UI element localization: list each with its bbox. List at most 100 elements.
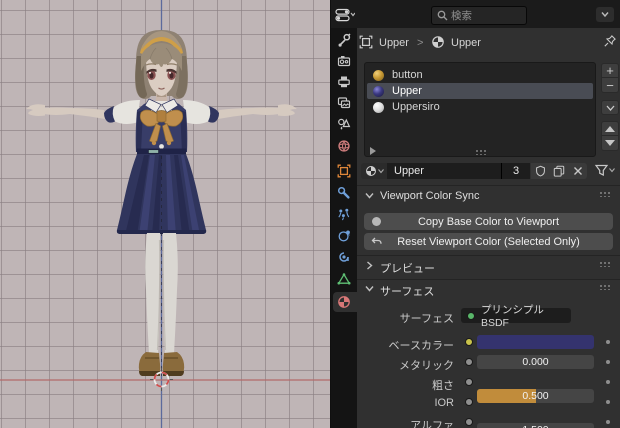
material-slot-list[interactable]: button Upper Uppersiro xyxy=(364,62,596,157)
panel-grip[interactable] xyxy=(599,261,612,267)
surface-expand-chevron[interactable] xyxy=(365,285,374,292)
properties-tab-bar xyxy=(331,28,357,428)
filter-button[interactable] xyxy=(594,162,619,179)
tab-scene[interactable] xyxy=(331,114,357,134)
pin-button[interactable] xyxy=(603,34,617,48)
scene-icon xyxy=(338,118,351,130)
header-menu-button[interactable] xyxy=(596,7,614,22)
list-filter-expand-icon[interactable] xyxy=(370,147,376,155)
triangle-up-icon xyxy=(605,125,615,132)
printer-icon xyxy=(338,76,350,88)
ior-slider[interactable]: 1.500 xyxy=(477,423,594,428)
material-name-field[interactable]: Upper xyxy=(387,163,508,179)
object-icon xyxy=(337,164,351,178)
wrench-icon xyxy=(337,186,350,199)
tab-constraints[interactable] xyxy=(331,247,357,267)
ior-value: 1.500 xyxy=(477,423,594,428)
decorator-dot[interactable] xyxy=(606,400,610,404)
tab-view-layer[interactable] xyxy=(331,93,357,113)
copy-base-color-button[interactable]: Copy Base Color to Viewport xyxy=(364,213,613,230)
chevron-down-icon xyxy=(365,193,374,199)
vcs-expand-chevron[interactable] xyxy=(365,192,374,199)
roughness-slider[interactable]: 0.500 xyxy=(477,389,594,403)
browse-material-button[interactable] xyxy=(361,163,387,179)
datablock-ops xyxy=(531,163,587,179)
decorator-dot[interactable] xyxy=(606,380,610,384)
tab-physics[interactable] xyxy=(331,226,357,246)
chevron-down-icon xyxy=(606,105,614,111)
material-sphere-navy-icon xyxy=(373,85,384,97)
new-material-copy-icon[interactable] xyxy=(553,165,565,177)
viewport-scene xyxy=(0,0,330,428)
preview-expand-chevron[interactable] xyxy=(366,261,373,270)
chevron-right-icon xyxy=(367,261,373,270)
tab-modifiers[interactable] xyxy=(331,183,357,203)
panel-grip[interactable] xyxy=(599,191,612,197)
camera-back-icon xyxy=(337,56,351,67)
search-input[interactable]: 検索 xyxy=(431,6,527,25)
chevron-down-icon xyxy=(365,286,374,292)
slot-row-button[interactable]: button xyxy=(367,67,593,83)
roughness-value: 0.500 xyxy=(522,390,549,402)
reset-viewport-color-label: Reset Viewport Color (Selected Only) xyxy=(397,235,580,248)
slot-row-upper-selected[interactable]: Upper xyxy=(367,83,593,99)
properties-header: 検索 xyxy=(331,0,620,28)
slot-name: button xyxy=(392,68,423,81)
triangle-down-icon xyxy=(605,140,615,146)
tab-render[interactable] xyxy=(331,51,357,71)
editor-type-button[interactable] xyxy=(335,6,363,23)
slot-row-uppersiro[interactable]: Uppersiro xyxy=(367,99,593,115)
search-icon xyxy=(437,10,448,21)
breadcrumb-object[interactable]: Upper xyxy=(379,38,409,49)
breadcrumb-material[interactable]: Upper xyxy=(451,38,481,49)
move-slot-down-button[interactable] xyxy=(601,136,619,151)
surface-panel-title[interactable]: サーフェス xyxy=(380,283,434,299)
tab-object[interactable] xyxy=(331,161,357,181)
slot-name: Uppersiro xyxy=(392,100,440,113)
constraint-icon xyxy=(339,252,349,262)
mesh-data-icon xyxy=(337,273,351,285)
tab-object-data[interactable] xyxy=(331,269,357,289)
shader-node-button[interactable]: プリンシプルBSDF xyxy=(461,304,571,329)
properties-editor: 検索 Upper > Upper button Upper Uppersiro … xyxy=(330,0,620,428)
physics-icon xyxy=(338,230,350,242)
copy-base-color-label: Copy Base Color to Viewport xyxy=(417,215,560,228)
list-resize-grip[interactable] xyxy=(475,149,488,155)
remove-slot-button[interactable]: − xyxy=(601,78,619,93)
breadcrumb-material-icon xyxy=(431,35,445,49)
decorator-dot[interactable] xyxy=(606,340,610,344)
fake-user-shield-icon[interactable] xyxy=(535,165,546,177)
shader-label: サーフェス xyxy=(399,313,454,325)
add-slot-button[interactable]: + xyxy=(601,63,619,78)
tab-tool[interactable] xyxy=(331,30,357,50)
material-sphere-icon xyxy=(365,166,376,176)
decorator-dot[interactable] xyxy=(606,420,610,424)
metallic-value: 0.000 xyxy=(522,356,549,368)
color-circle-icon xyxy=(372,217,381,226)
chevron-down-icon xyxy=(601,12,609,18)
breadcrumb-separator: > xyxy=(417,37,424,49)
panel-grip[interactable] xyxy=(599,284,612,290)
tab-output[interactable] xyxy=(331,72,357,92)
metallic-slider[interactable]: 0.000 xyxy=(477,355,594,369)
shader-value: プリンシプルBSDF xyxy=(480,304,544,329)
decorator-dot[interactable] xyxy=(606,360,610,364)
base-color-swatch[interactable] xyxy=(477,335,594,349)
alpha-label: アルファ xyxy=(410,420,454,428)
material-sphere-icon xyxy=(338,296,350,308)
base-color-socket-icon xyxy=(465,338,473,346)
3d-viewport[interactable] xyxy=(0,0,330,428)
tab-world[interactable] xyxy=(331,136,357,156)
material-users-count[interactable]: 3 xyxy=(501,163,530,179)
unlink-x-icon[interactable] xyxy=(573,166,583,176)
search-placeholder: 検索 xyxy=(451,10,472,22)
properties-content: Upper > Upper button Upper Uppersiro + −… xyxy=(357,28,620,428)
tab-particles[interactable] xyxy=(331,204,357,224)
slot-specials-button[interactable] xyxy=(601,100,619,115)
reset-viewport-color-button[interactable]: Reset Viewport Color (Selected Only) xyxy=(364,233,613,250)
preview-panel-title[interactable]: プレビュー xyxy=(380,260,435,276)
move-slot-up-button[interactable] xyxy=(601,121,619,136)
tab-material[interactable] xyxy=(331,292,357,312)
ior-label: IOR xyxy=(434,397,454,409)
vcs-panel-title[interactable]: Viewport Color Sync xyxy=(380,190,479,202)
